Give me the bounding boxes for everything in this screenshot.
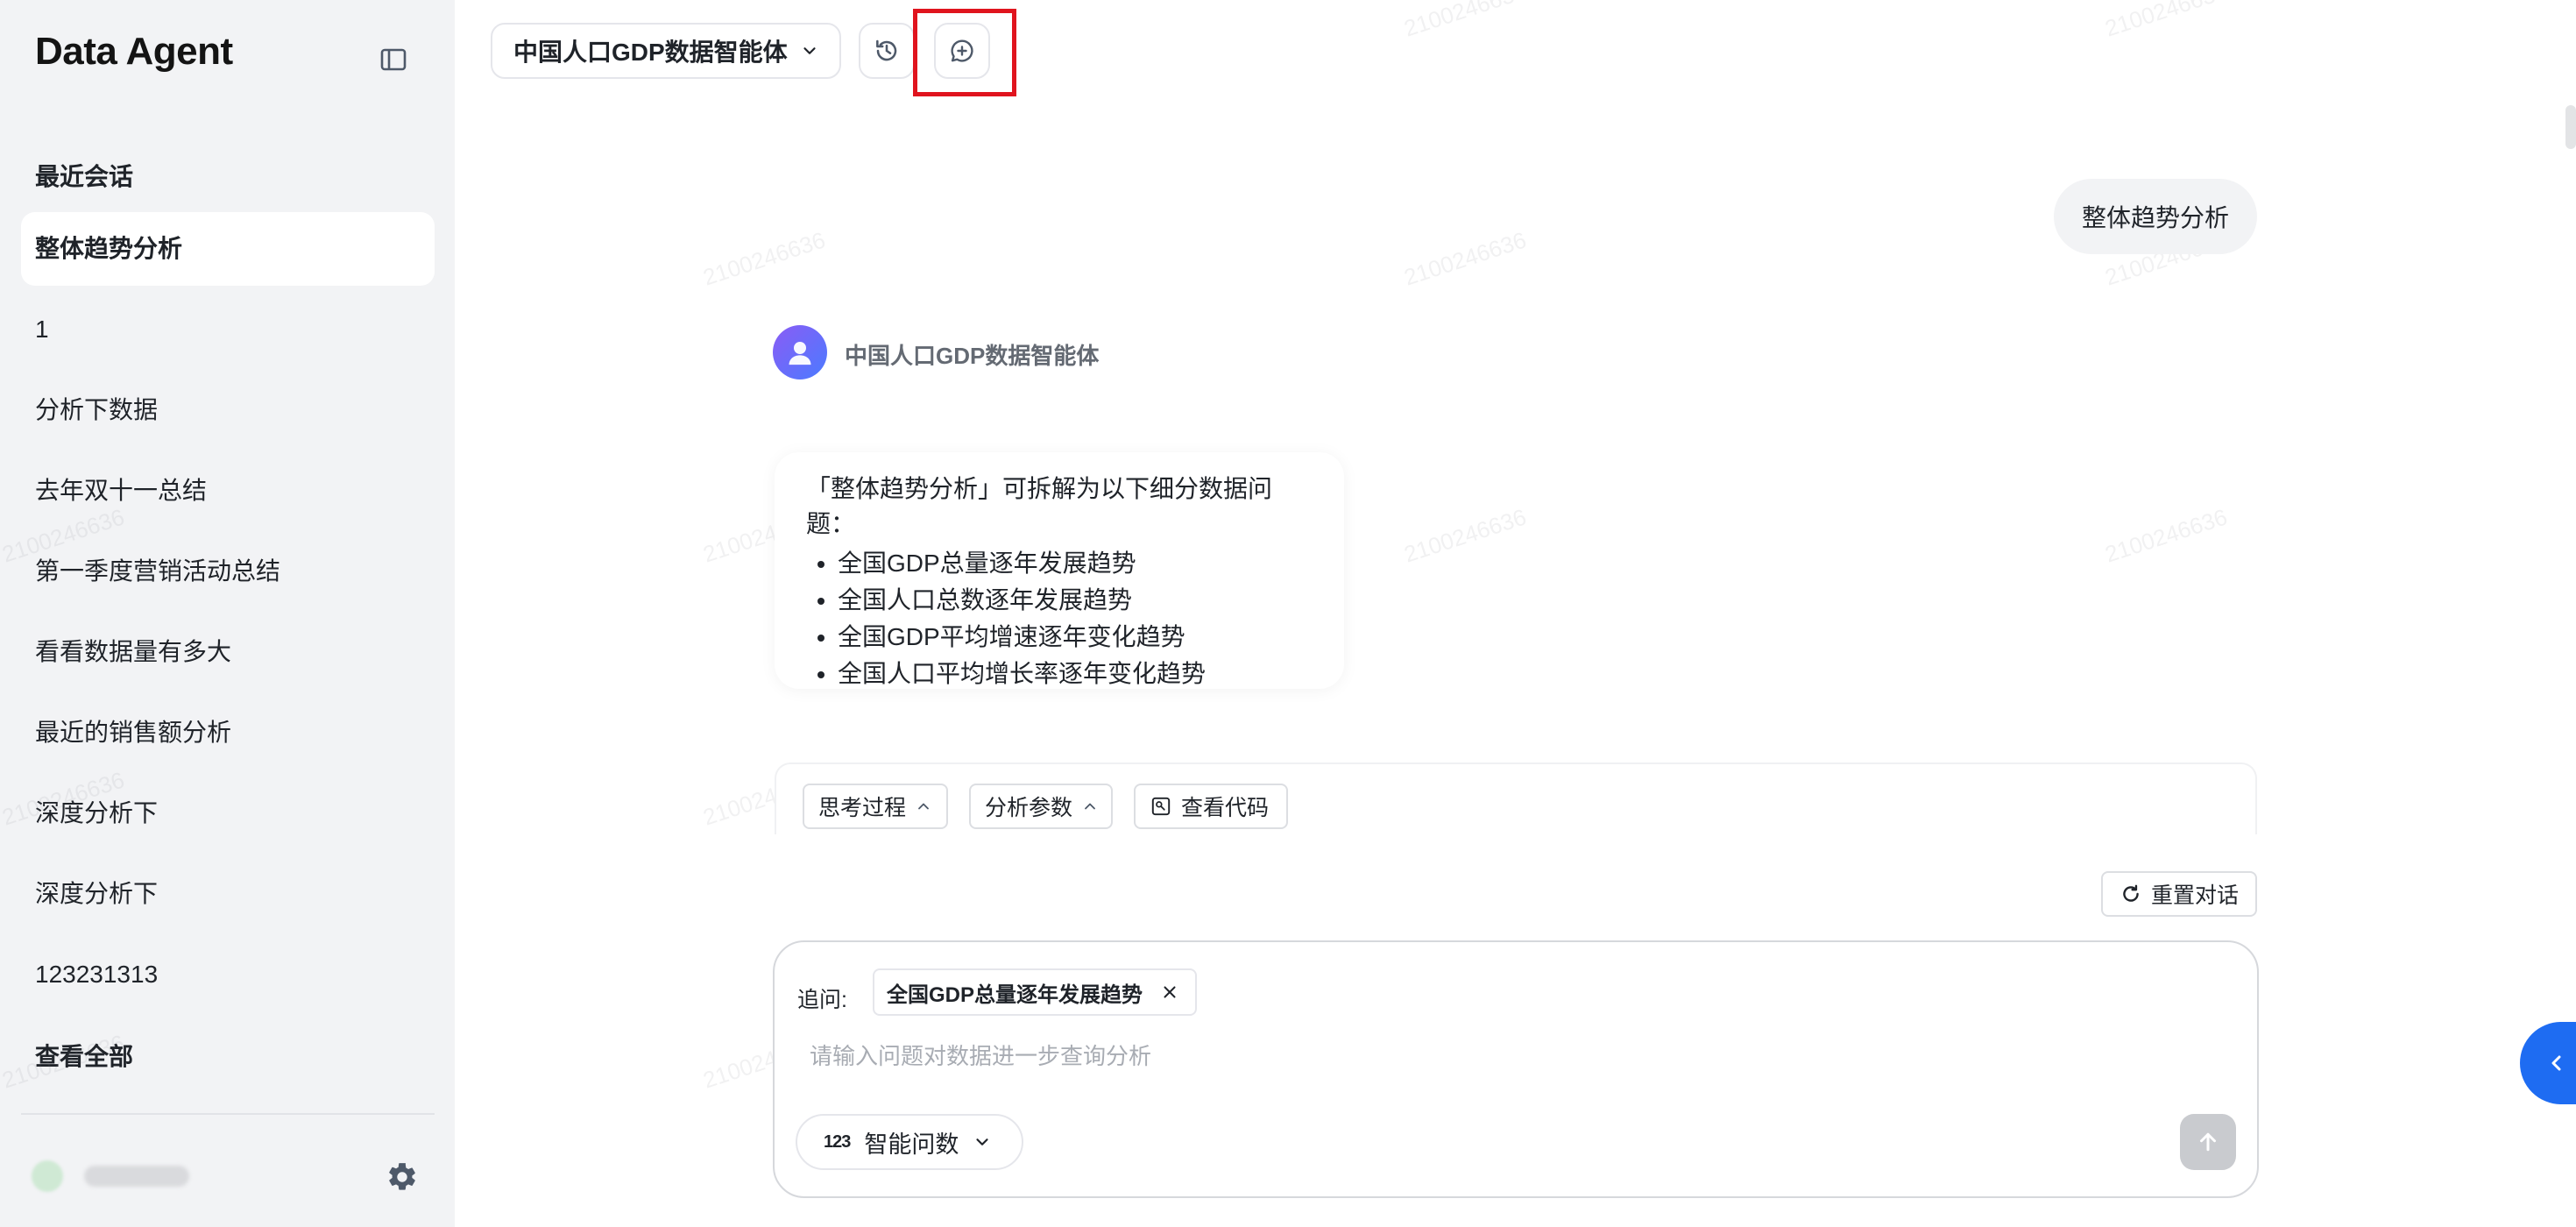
sidebar-collapse-button[interactable]	[373, 44, 412, 75]
conversation-item[interactable]: 分析下数据	[21, 373, 435, 447]
followup-chip: 全国GDP总量逐年发展趋势	[873, 968, 1198, 1016]
sidebar-divider	[21, 1113, 435, 1115]
send-button[interactable]	[2180, 1114, 2236, 1170]
chevron-down-icon	[803, 47, 816, 54]
settings-button[interactable]	[386, 1160, 419, 1194]
chevron-up-icon	[1085, 803, 1095, 810]
user-message-bubble: 整体趋势分析	[2054, 179, 2258, 254]
chat-input-box: 追问: 全国GDP总量逐年发展趋势 123 智能问数	[773, 940, 2259, 1198]
user-name-blurred	[84, 1166, 189, 1187]
view-code-button[interactable]: 查看代码	[1134, 784, 1288, 829]
scrollbar-thumb[interactable]	[2565, 105, 2576, 149]
watermark: 2100246636	[699, 226, 829, 291]
bot-avatar	[773, 325, 827, 379]
answer-list-item: 全国GDP总量逐年发展趋势	[838, 545, 1313, 582]
conversation-item[interactable]: 深度分析下	[21, 777, 435, 850]
conversation-list: 整体趋势分析 1 分析下数据 去年双十一总结 第一季度营销活动总结 看看数据量有…	[21, 212, 435, 1018]
watermark: 2100246636	[2101, 503, 2231, 568]
sidebar: Data Agent 最近会话 整体趋势分析 1 分析下数据 去年双十一总结 第…	[0, 0, 455, 1227]
brand-logo: Data Agent	[35, 30, 233, 73]
followup-chip-text: 全国GDP总量逐年发展趋势	[887, 982, 1143, 1007]
close-icon[interactable]	[1160, 982, 1179, 1002]
conversation-item[interactable]: 最近的销售额分析	[21, 696, 435, 770]
arrow-up-icon	[2200, 1132, 2216, 1152]
conversation-item[interactable]: 第一季度营销活动总结	[21, 535, 435, 608]
view-all-link[interactable]: 查看全部	[35, 1038, 133, 1073]
analysis-params-label: 分析参数	[985, 796, 1073, 820]
view-code-label: 查看代码	[1181, 796, 1270, 820]
code-image-icon	[1151, 797, 1171, 816]
watermark: 2100246636	[1400, 226, 1530, 291]
thinking-process-toggle[interactable]: 思考过程	[803, 784, 948, 829]
conversation-item[interactable]: 深度分析下	[21, 857, 435, 931]
conversation-item[interactable]: 整体趋势分析	[21, 212, 435, 286]
highlight-annotation-box	[913, 9, 1016, 96]
number-mode-icon: 123	[824, 1131, 851, 1152]
sidebar-toggle-icon	[380, 48, 407, 71]
chevron-left-icon	[2551, 1055, 2561, 1071]
conversation-item[interactable]: 看看数据量有多大	[21, 615, 435, 689]
history-icon	[876, 39, 897, 61]
agent-selector[interactable]: 中国人口GDP数据智能体	[491, 23, 841, 79]
followup-label: 追问:	[797, 988, 847, 1012]
chevron-down-icon	[976, 1138, 988, 1145]
gear-icon	[389, 1163, 415, 1190]
side-panel-toggle[interactable]	[2520, 1022, 2576, 1104]
person-icon	[789, 342, 811, 365]
answer-list-item: 全国人口总数逐年发展趋势	[838, 582, 1313, 619]
thinking-process-label: 思考过程	[818, 796, 907, 820]
answer-list-item: 全国人口平均增长率逐年变化趋势	[838, 656, 1313, 692]
reset-conversation-label: 重置对话	[2150, 883, 2239, 908]
refresh-icon	[2123, 884, 2139, 902]
chevron-up-icon	[918, 803, 929, 810]
analysis-params-toggle[interactable]: 分析参数	[969, 784, 1113, 829]
answer-card: 「整体趋势分析」可拆解为以下细分数据问题： 全国GDP总量逐年发展趋势 全国人口…	[775, 452, 1344, 689]
user-avatar[interactable]	[32, 1160, 63, 1192]
agent-selector-label: 中国人口GDP数据智能体	[513, 39, 788, 66]
bot-name: 中国人口GDP数据智能体	[845, 343, 1100, 369]
conversation-item[interactable]: 1	[21, 293, 435, 366]
answer-list-item: 全国GDP平均增速逐年变化趋势	[838, 619, 1313, 656]
watermark: 2100246636	[2101, 0, 2231, 42]
history-button[interactable]	[859, 23, 915, 79]
mode-selector-label: 智能问数	[864, 1131, 959, 1158]
answer-intro: 「整体趋势分析」可拆解为以下细分数据问题：	[806, 475, 1273, 537]
conversation-item[interactable]: 123231313	[21, 938, 435, 1011]
mode-selector[interactable]: 123 智能问数	[796, 1114, 1023, 1170]
watermark: 2100246636	[1400, 0, 1530, 42]
answer-list: 全国GDP总量逐年发展趋势 全国人口总数逐年发展趋势 全国GDP平均增速逐年变化…	[806, 545, 1313, 692]
recent-conversations-title: 最近会话	[35, 163, 134, 190]
reset-conversation-button[interactable]: 重置对话	[2101, 871, 2257, 917]
watermark: 2100246636	[1400, 503, 1530, 568]
conversation-item[interactable]: 去年双十一总结	[21, 454, 435, 528]
question-input[interactable]	[810, 1037, 2124, 1075]
